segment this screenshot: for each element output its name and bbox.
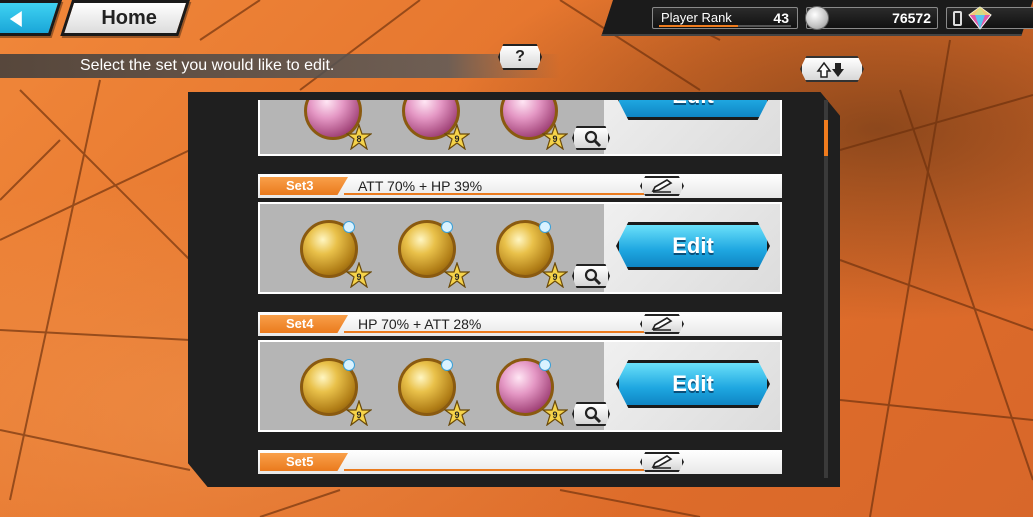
gem-counter[interactable]: [946, 6, 1033, 30]
set-description: ATT 70% + HP 39%: [344, 177, 644, 195]
instruction-text: Select the set you would like to edit.: [80, 57, 335, 74]
medal-level-star-icon: 9: [542, 124, 568, 150]
player-rank-progress: [659, 25, 791, 27]
svg-text:9: 9: [552, 410, 557, 420]
svg-text:8: 8: [356, 134, 361, 144]
phone-icon: [953, 11, 962, 26]
svg-text:9: 9: [356, 272, 361, 282]
view-set-button[interactable]: [572, 264, 610, 288]
pen-icon: [651, 455, 673, 469]
magnifier-icon: [584, 406, 602, 424]
medal-level-star-icon: 9: [444, 400, 470, 426]
svg-text:9: 9: [454, 410, 459, 420]
medal-level-star-icon: 9: [346, 262, 372, 288]
home-button-label: Home: [101, 7, 157, 29]
coin-counter[interactable]: 76572: [805, 6, 938, 30]
view-set-button[interactable]: [572, 402, 610, 426]
set-name: Set3: [260, 177, 348, 195]
player-rank-label: Player Rank: [661, 10, 732, 25]
medal-level-star-icon: 9: [542, 400, 568, 426]
svg-text:9: 9: [454, 272, 459, 282]
coin-icon: [805, 6, 829, 30]
set-body: 9 9 9 Edit: [258, 340, 782, 432]
magnifier-icon: [584, 268, 602, 286]
svg-text:9: 9: [454, 134, 459, 144]
medal-level-star-icon: 9: [444, 124, 470, 150]
player-rank-progress-fill: [659, 25, 739, 27]
set-description: HP 70% + ATT 28%: [344, 315, 644, 333]
set-body: 9 9 9 Edit: [258, 202, 782, 294]
coin-count: 76572: [892, 10, 931, 26]
set-body: 8 9 9 Edit: [258, 100, 782, 156]
gem-icon: [968, 6, 992, 30]
back-arrow-icon: [9, 11, 22, 27]
pen-icon: [651, 317, 673, 331]
magnifier-icon: [584, 130, 602, 148]
set-header: Set4 HP 70% + ATT 28%: [258, 312, 782, 336]
rename-set-button[interactable]: [640, 314, 684, 334]
rename-set-button[interactable]: [640, 176, 684, 196]
set-header: Set5: [258, 450, 782, 474]
medal-level-star-icon: 8: [346, 124, 372, 150]
pen-icon: [651, 179, 673, 193]
svg-text:9: 9: [356, 410, 361, 420]
help-button[interactable]: ?: [498, 44, 542, 70]
edit-button[interactable]: Edit: [616, 100, 770, 120]
medal-level-star-icon: 9: [542, 262, 568, 288]
edit-button[interactable]: Edit: [616, 360, 770, 408]
set-description: [344, 453, 644, 471]
player-rank-box: Player Rank 43: [652, 7, 798, 29]
scrollbar-thumb[interactable]: [824, 120, 828, 156]
svg-text:9: 9: [552, 272, 557, 282]
medal-level-star-icon: 9: [346, 400, 372, 426]
set-list[interactable]: 8 9 9 Edit Set3 ATT 70% + HP 39% 9 9 9 E…: [258, 100, 782, 478]
sort-button[interactable]: [800, 56, 864, 82]
edit-button[interactable]: Edit: [616, 222, 770, 270]
svg-text:9: 9: [552, 134, 557, 144]
home-button[interactable]: Home: [60, 0, 191, 36]
rename-set-button[interactable]: [640, 452, 684, 472]
view-set-button[interactable]: [572, 126, 610, 150]
set-name: Set4: [260, 315, 348, 333]
scrollbar[interactable]: [824, 100, 828, 478]
sort-arrows-icon: [816, 61, 844, 78]
medal-level-star-icon: 9: [444, 262, 470, 288]
set-name: Set5: [260, 453, 348, 471]
set-header: Set3 ATT 70% + HP 39%: [258, 174, 782, 198]
